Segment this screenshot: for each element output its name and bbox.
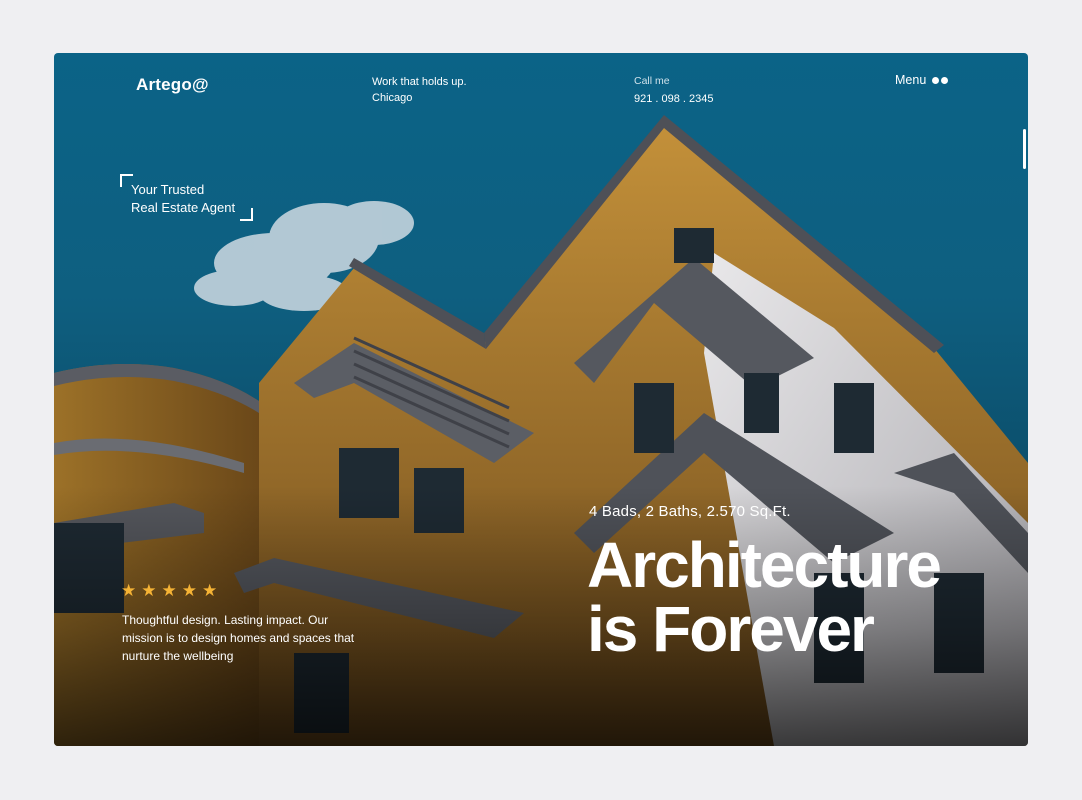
trusted-line-1: Your Trusted [131, 182, 205, 197]
nav-tagline: Work that holds up. Chicago [372, 74, 467, 106]
headline-line-1: Architecture [587, 529, 942, 601]
trusted-line-2: Real Estate Agent [131, 200, 236, 215]
call-label: Call me [634, 75, 670, 87]
property-specs: 4 Bads, 2 Baths, 2.570 Sq.Ft. [589, 503, 791, 520]
headline-line-2: is Forever [587, 593, 875, 665]
trusted-text: Your Trusted Real Estate Agent [131, 181, 235, 217]
frame-corner-icon [240, 208, 253, 221]
menu-button[interactable]: Menu [895, 73, 949, 87]
scrollbar-thumb[interactable] [1023, 129, 1026, 169]
phone-number[interactable]: 921 . 098 . 2345 [634, 90, 714, 108]
menu-label: Menu [895, 73, 927, 87]
rating-stars: ★ ★ ★ ★ ★ [121, 582, 217, 599]
star-icon: ★ [202, 581, 218, 600]
hero-headline: Architecture is Forever [587, 529, 942, 665]
star-icon: ★ [141, 581, 157, 600]
tagline-line-1: Work that holds up. [372, 76, 467, 88]
star-icon: ★ [121, 581, 137, 600]
nav-contact: Call me 921 . 098 . 2345 [634, 72, 714, 108]
tagline-line-2: Chicago [372, 92, 413, 104]
star-icon: ★ [181, 581, 197, 600]
star-icon: ★ [161, 581, 177, 600]
mission-text: Thoughtful design. Lasting impact. Our m… [122, 613, 355, 663]
site-logo[interactable]: Artego@ [136, 75, 209, 95]
menu-dots-icon [932, 76, 949, 84]
hero-frame: Artego@ Work that holds up. Chicago Call… [54, 53, 1028, 746]
trusted-agent-badge: Your Trusted Real Estate Agent [120, 174, 253, 222]
